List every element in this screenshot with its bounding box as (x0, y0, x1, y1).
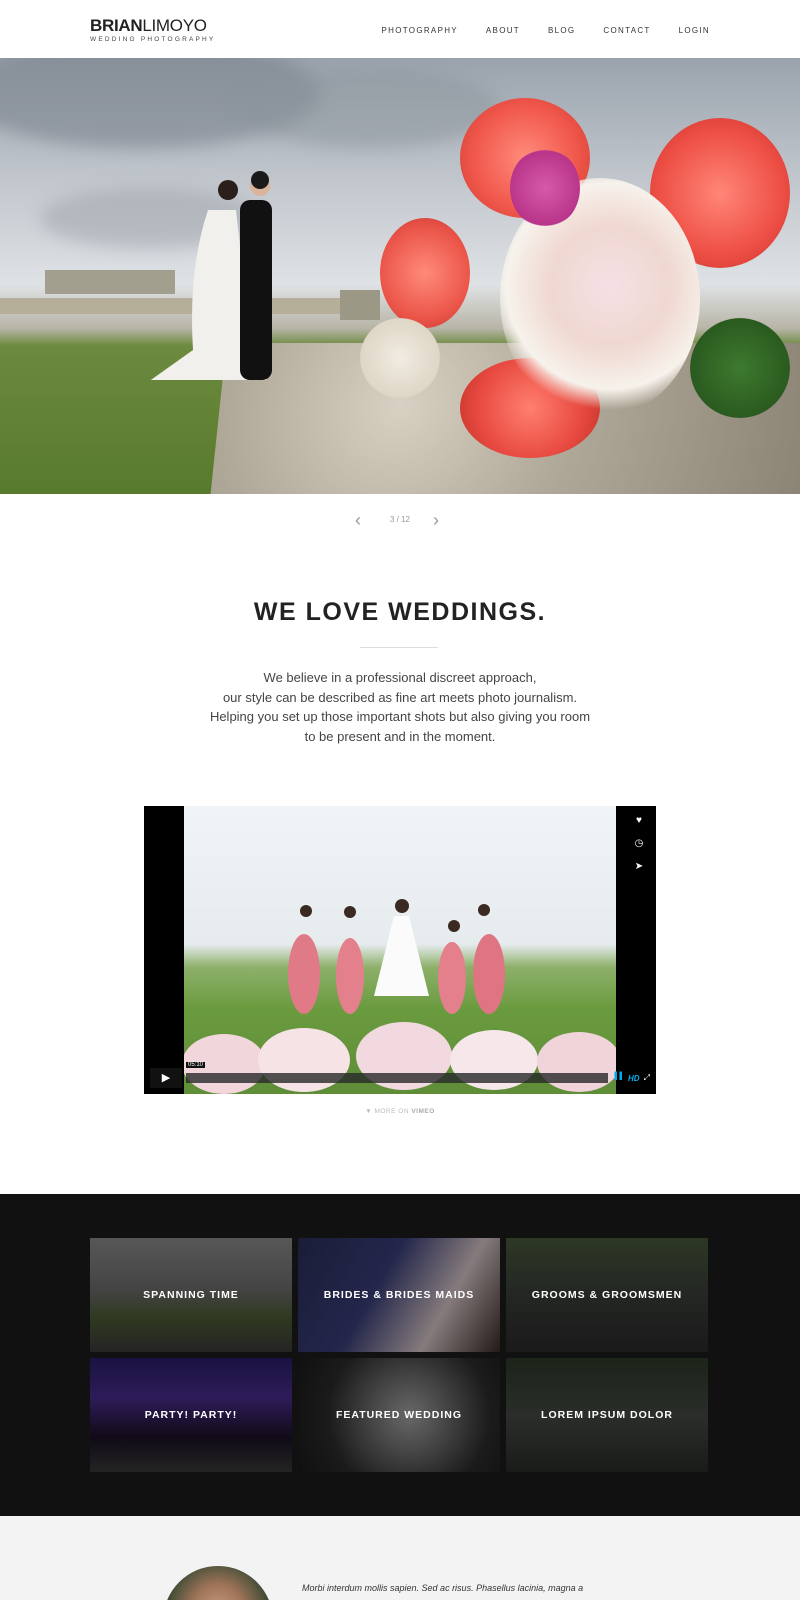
gallery-tile[interactable]: PARTY! PARTY! (90, 1358, 292, 1472)
heart-icon[interactable]: ♥ (630, 812, 648, 830)
nav-contact[interactable]: CONTACT (603, 26, 650, 35)
testimonial-quote: Morbi interdum mollis sapien. Sed ac ris… (302, 1583, 584, 1593)
gallery-tile[interactable]: LOREM IPSUM DOLOR (506, 1358, 708, 1472)
bouquet (360, 58, 800, 488)
clock-icon[interactable]: ◷ (630, 835, 648, 853)
more-on-vimeo-link[interactable]: ▼ MORE ON VIMEO (0, 1108, 800, 1115)
intro-title: WE LOVE WEDDINGS. (253, 598, 547, 626)
gallery-label: LOREM IPSUM DOLOR (541, 1409, 673, 1421)
chevron-right-icon[interactable]: › (433, 511, 439, 529)
video-player[interactable]: ♥ ◷ ➤ ▶ 05:10 ▐▐ HD ⤢ (144, 806, 656, 1094)
intro-line: to be present and in the moment. (304, 728, 496, 744)
nav-about[interactable]: ABOUT (486, 26, 520, 35)
more-on-label: MORE ON (374, 1108, 410, 1115)
intro-line: our style can be described as fine art m… (222, 689, 578, 705)
site-logo[interactable]: BRIANLIMOYO WEDDING PHOTOGRAPHY (90, 16, 216, 44)
hero-slide-image (0, 58, 800, 494)
gallery-label: PARTY! PARTY! (144, 1409, 238, 1421)
gallery-label: GROOMS & GROOMSMEN (531, 1289, 683, 1301)
logo-light-text: LIMOYO (142, 16, 207, 35)
title-divider (360, 647, 438, 648)
video-control-bar: ▶ 05:10 ▐▐ HD ⤢ (150, 1062, 650, 1088)
nav-login[interactable]: LOGIN (679, 26, 710, 35)
couple-figure (150, 171, 272, 380)
chevron-left-icon[interactable]: ‹ (355, 511, 361, 529)
volume-icon[interactable]: ▐▐ (612, 1073, 624, 1083)
slide-counter: 3 / 12 (389, 515, 410, 524)
gallery-label: SPANNING TIME (143, 1289, 239, 1301)
video-progress-bar[interactable]: 05:10 (186, 1062, 609, 1083)
logo-subtitle: WEDDING PHOTOGRAPHY (90, 36, 216, 43)
gallery-tile[interactable]: FEATURED WEDDING (298, 1358, 500, 1472)
vimeo-brand: VIMEO (411, 1108, 435, 1115)
gallery-label: BRIDES & BRIDES MAIDS (323, 1289, 475, 1301)
gallery-tile[interactable]: BRIDES & BRIDES MAIDS (298, 1238, 500, 1352)
site-header: BRIANLIMOYO WEDDING PHOTOGRAPHY PHOTOGRA… (0, 0, 800, 58)
video-frame (182, 806, 621, 1094)
nav-photography[interactable]: PHOTOGRAPHY (382, 26, 458, 35)
gallery-label: FEATURED WEDDING (335, 1409, 463, 1421)
intro-line: Helping you set up those important shots… (209, 709, 591, 724)
hd-toggle[interactable]: HD (628, 1074, 640, 1083)
slider-controls: ‹ 3 / 12 › (0, 511, 800, 529)
play-icon[interactable]: ▶ (150, 1068, 182, 1088)
send-icon[interactable]: ➤ (630, 858, 648, 876)
gallery-tile[interactable]: SPANNING TIME (90, 1238, 292, 1352)
main-nav: PHOTOGRAPHY ABOUT BLOG CONTACT LOGIN (354, 26, 710, 35)
nav-blog[interactable]: BLOG (548, 26, 575, 35)
gallery-section: SPANNING TIME BRIDES & BRIDES MAIDS GROO… (0, 1194, 800, 1516)
intro-line: We believe in a professional discreet ap… (263, 670, 537, 685)
intro-text: We believe in a professional discreet ap… (150, 668, 650, 746)
gallery-tile[interactable]: GROOMS & GROOMSMEN (506, 1238, 708, 1352)
fullscreen-icon[interactable]: ⤢ (644, 1073, 650, 1083)
vimeo-icon: ▼ (365, 1108, 373, 1115)
video-time: 05:10 (186, 1062, 206, 1068)
logo-bold-text: BRIAN (90, 16, 143, 35)
video-side-actions: ♥ ◷ ➤ (630, 812, 648, 876)
